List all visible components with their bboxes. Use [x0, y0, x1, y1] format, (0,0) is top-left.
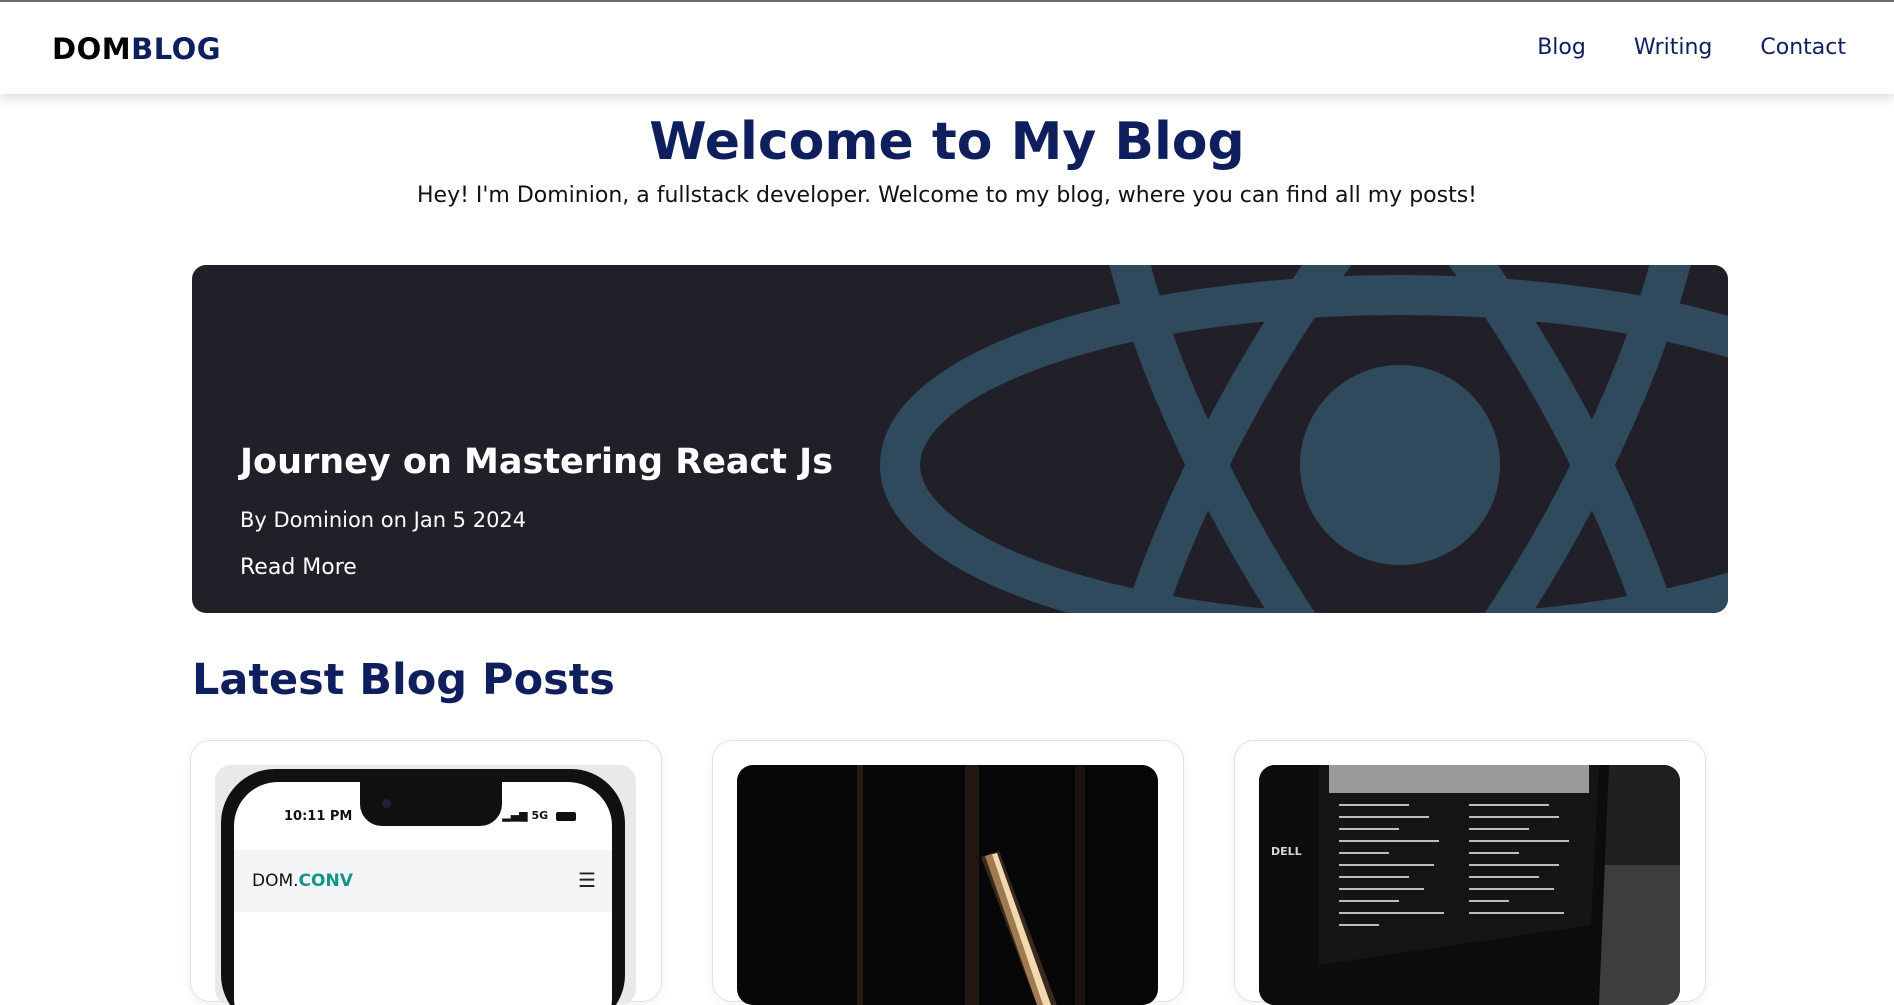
featured-post-meta: By Dominion on Jan 5 2024: [240, 508, 527, 532]
featured-post-title: Journey on Mastering React Js: [240, 442, 834, 482]
hamburger-icon: ☰: [578, 868, 596, 892]
lamp-thumbnail: [737, 765, 1158, 1005]
camera-icon: [382, 799, 391, 808]
app-logo-part1: DOM.: [252, 871, 299, 891]
react-atom-icon: [880, 265, 1728, 613]
phone-mockup-thumbnail: 10:11 PM ▂▄▆ 5G DOM.CONV ☰: [215, 765, 636, 1005]
phone-screen: 10:11 PM ▂▄▆ 5G DOM.CONV ☰: [234, 782, 612, 1005]
read-more-link[interactable]: Read More: [240, 555, 357, 580]
page-subtitle: Hey! I'm Dominion, a fullstack developer…: [416, 183, 1477, 208]
battery-icon: [556, 811, 576, 821]
phone-notch: [360, 782, 502, 826]
main-nav: Blog Writing Contact: [1489, 35, 1846, 60]
laptop-code-thumbnail: DELL: [1259, 765, 1680, 1005]
blog-post-card[interactable]: [712, 740, 1184, 1005]
network-label: 5G: [531, 809, 549, 822]
page-title: Welcome to My Blog: [649, 112, 1245, 172]
blog-post-card[interactable]: DELL: [1234, 740, 1706, 1005]
latest-posts-heading: Latest Blog Posts: [192, 655, 615, 705]
featured-post-card[interactable]: Journey on Mastering React Js By Dominio…: [192, 265, 1728, 613]
app-logo-part2: CONV: [298, 871, 353, 891]
nav-link-blog[interactable]: Blog: [1537, 35, 1586, 60]
laptop-code-icon: DELL: [1259, 765, 1680, 1005]
logo-part-blog: BLOG: [131, 32, 222, 66]
nav-link-writing[interactable]: Writing: [1634, 35, 1713, 60]
app-navbar: DOM.CONV ☰: [234, 850, 612, 912]
signal-icon: ▂▄▆: [502, 809, 528, 822]
blog-post-card[interactable]: 10:11 PM ▂▄▆ 5G DOM.CONV ☰: [190, 740, 662, 1005]
desk-lamp-icon: [981, 851, 1057, 1005]
phone-status-icons: ▂▄▆ 5G: [502, 809, 576, 822]
logo-part-dom: DOM: [52, 32, 132, 66]
app-logo: DOM.CONV: [252, 871, 353, 891]
phone-frame: 10:11 PM ▂▄▆ 5G DOM.CONV ☰: [221, 769, 625, 1005]
site-header: DOMBLOG Blog Writing Contact: [0, 2, 1894, 94]
laptop-brand-label: DELL: [1271, 845, 1302, 858]
nav-link-contact[interactable]: Contact: [1760, 35, 1846, 60]
site-logo[interactable]: DOMBLOG: [52, 32, 221, 66]
phone-time: 10:11 PM: [284, 809, 353, 824]
